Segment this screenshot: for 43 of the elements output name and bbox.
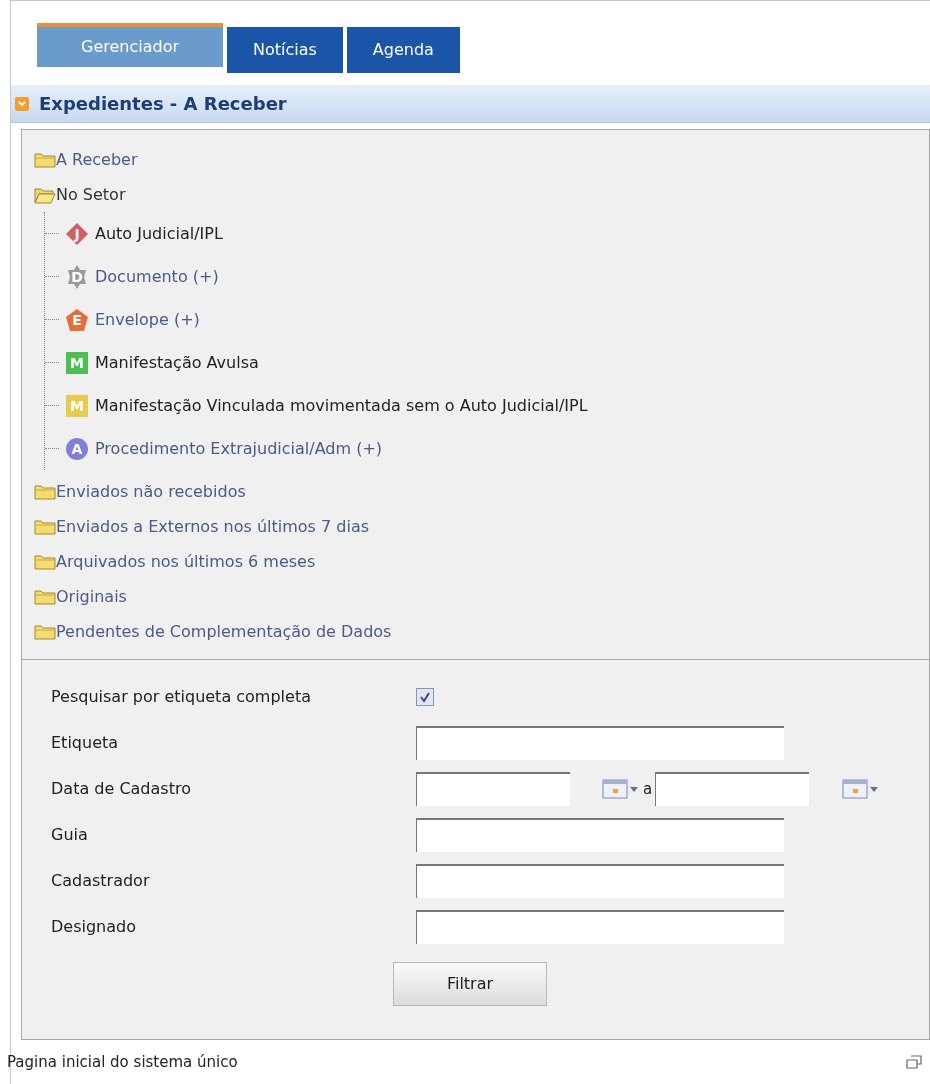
pentagon-badge-icon: E bbox=[65, 307, 89, 332]
tree-item[interactable]: A Receber bbox=[56, 147, 138, 172]
field-label: Guia bbox=[51, 824, 89, 846]
text-field[interactable] bbox=[655, 772, 810, 806]
circle-badge-icon: A bbox=[65, 436, 89, 461]
diamond-badge-icon: J bbox=[65, 221, 89, 246]
field-label: Etiqueta bbox=[51, 732, 120, 754]
text-field[interactable] bbox=[416, 726, 784, 760]
checkmark-icon bbox=[419, 691, 431, 703]
tab[interactable]: Notícias bbox=[227, 27, 343, 73]
text-field[interactable] bbox=[416, 818, 784, 852]
tree-item[interactable]: Originais bbox=[56, 584, 127, 609]
field-label: Cadastrador bbox=[51, 870, 151, 892]
star-badge-icon: D bbox=[65, 264, 89, 289]
tab[interactable]: Agenda bbox=[346, 27, 460, 73]
square-badge-icon: M bbox=[65, 393, 89, 418]
tree-item[interactable]: Auto Judicial/IPL bbox=[95, 221, 223, 246]
tree-item[interactable]: Arquivados nos últimos 6 meses bbox=[56, 549, 316, 574]
filter-button[interactable]: Filtrar bbox=[393, 962, 547, 1006]
checkbox[interactable] bbox=[416, 688, 434, 706]
tree-item[interactable]: Pendentes de Complementação de Dados bbox=[56, 619, 392, 644]
calendar-dropdown-icon[interactable] bbox=[602, 778, 640, 800]
tree-item[interactable]: Envelope (+) bbox=[95, 307, 200, 332]
tree-item[interactable]: Procedimento Extrajudicial/Adm (+) bbox=[95, 436, 383, 461]
square-badge-icon: M bbox=[65, 350, 89, 375]
calendar-dropdown-icon[interactable] bbox=[842, 778, 881, 800]
tree-item[interactable]: Documento (+) bbox=[95, 264, 219, 289]
tree-item[interactable]: Enviados a Externos nos últimos 7 dias bbox=[56, 514, 370, 539]
text-field[interactable] bbox=[416, 910, 784, 944]
collapse-toggle-icon[interactable] bbox=[15, 96, 29, 111]
restore-icon[interactable] bbox=[906, 1055, 922, 1069]
range-separator: a bbox=[643, 778, 653, 800]
tree-item[interactable]: No Setor bbox=[56, 182, 126, 207]
text-field[interactable] bbox=[416, 864, 784, 898]
tree-item[interactable]: Manifestação Avulsa bbox=[95, 350, 259, 375]
field-label: Data de Cadastro bbox=[51, 778, 192, 800]
field-label: Pesquisar por etiqueta completa bbox=[51, 686, 312, 708]
tree-item[interactable]: Enviados não recebidos bbox=[56, 479, 246, 504]
panel-title: Expedientes - A Receber bbox=[39, 92, 287, 116]
tree-item[interactable]: Manifestação Vinculada movimentada sem o Auto Judicial/IPL bbox=[95, 393, 588, 418]
text-field[interactable] bbox=[416, 772, 570, 806]
field-label: Designado bbox=[51, 916, 137, 938]
status-text: Pagina inicial do sistema único bbox=[7, 1051, 238, 1073]
